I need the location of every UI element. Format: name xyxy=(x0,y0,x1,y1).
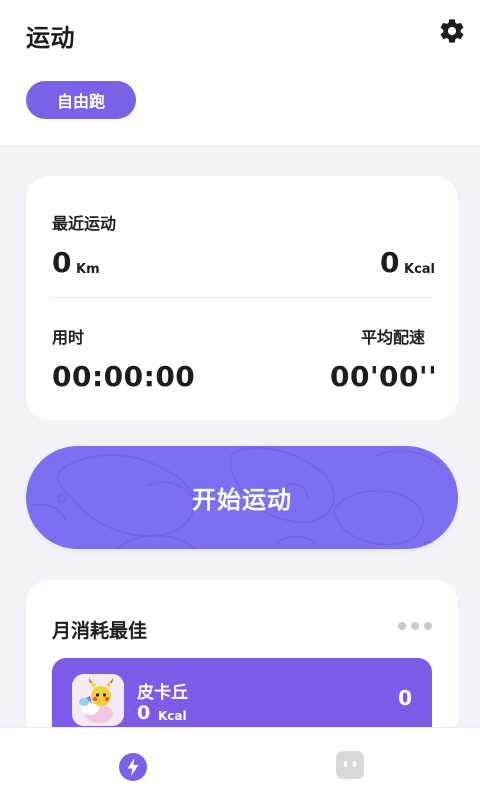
calories-value: 0 xyxy=(380,246,400,279)
duration-label: 用时 xyxy=(52,328,85,347)
header: 运动 自由跑 xyxy=(0,0,480,145)
lightning-icon[interactable] xyxy=(118,752,148,782)
player-kcal-unit: Kcal xyxy=(158,709,187,723)
monthly-best-card: 月消耗最佳 皮卡丘 0 Kcal 0 xyxy=(26,580,458,740)
pace-label: 平均配速 xyxy=(361,328,426,347)
distance-value: 0 xyxy=(52,246,72,279)
monthly-best-title: 月消耗最佳 xyxy=(52,620,148,642)
player-kcal-value: 0 xyxy=(137,702,151,724)
recent-title: 最近运动 xyxy=(52,214,117,233)
pace-value: 00'00'' xyxy=(330,360,438,393)
gear-icon[interactable] xyxy=(438,17,466,45)
start-exercise-label: 开始运动 xyxy=(192,486,292,514)
free-run-pill[interactable]: 自由跑 xyxy=(26,81,136,119)
tab-bar xyxy=(0,727,480,801)
page-title: 运动 xyxy=(26,24,75,52)
distance-unit: Km xyxy=(76,262,100,277)
calories-unit: Kcal xyxy=(404,262,436,277)
recent-exercise-card: 最近运动 0 Km 0 Kcal 用时 平均配速 00:00:00 00'00'… xyxy=(26,176,458,420)
start-exercise-button[interactable]: 开始运动 xyxy=(26,446,458,549)
more-dots-icon[interactable] xyxy=(398,622,432,630)
free-run-label: 自由跑 xyxy=(56,92,105,111)
player-name: 皮卡丘 xyxy=(137,683,188,703)
duration-value: 00:00:00 xyxy=(52,360,196,393)
robot-face-icon[interactable] xyxy=(335,750,365,780)
divider xyxy=(52,297,432,298)
player-score: 0 xyxy=(398,686,412,710)
avatar xyxy=(72,674,124,726)
